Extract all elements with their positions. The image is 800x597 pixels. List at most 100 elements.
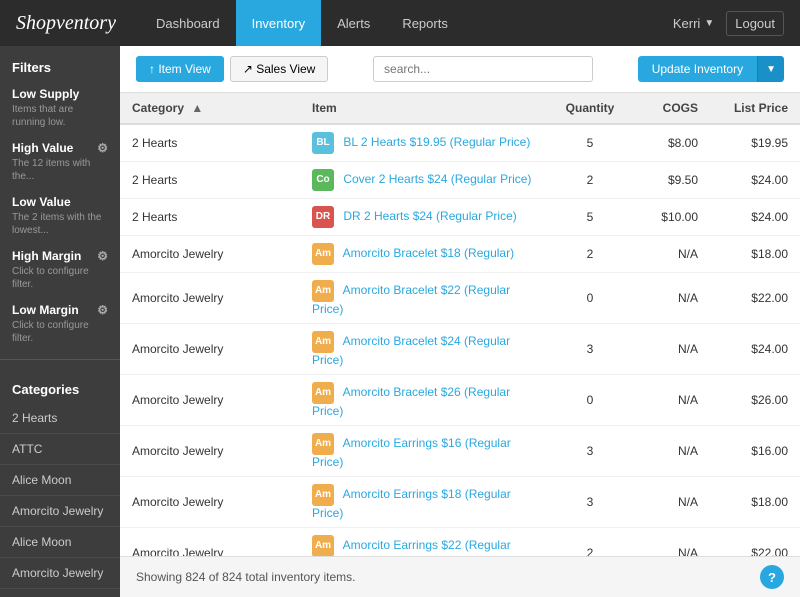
sidebar-category-item[interactable]: Amorcito Jewelry xyxy=(0,558,120,589)
cell-category: Amorcito Jewelry xyxy=(120,375,300,426)
cell-category: Amorcito Jewelry xyxy=(120,236,300,273)
item-link[interactable]: BL 2 Hearts $19.95 (Regular Price) xyxy=(343,135,530,149)
sidebar-category-item[interactable]: Anama xyxy=(0,589,120,597)
sidebar-category-item[interactable]: ATTC xyxy=(0,434,120,465)
navbar-right: Kerri ▼ Logout xyxy=(673,11,784,36)
sidebar: Filters Low Supply Items that are runnin… xyxy=(0,46,120,597)
toolbar-left: ↑ Item View ↗ Sales View xyxy=(136,56,328,82)
cell-category: 2 Hearts xyxy=(120,124,300,162)
filter-name: High Margin ⚙ xyxy=(12,249,108,263)
cell-quantity: 5 xyxy=(550,199,630,236)
item-link[interactable]: Amorcito Bracelet $18 (Regular) xyxy=(343,246,514,260)
cell-item: Am Amorcito Bracelet $22 (Regular Price) xyxy=(300,273,550,324)
sidebar-filter-low-supply[interactable]: Low Supply Items that are running low. xyxy=(0,81,120,135)
cell-price: $18.00 xyxy=(710,236,800,273)
table-row: Amorcito Jewelry Am Amorcito Earrings $2… xyxy=(120,528,800,557)
column-header-item[interactable]: Item xyxy=(300,93,550,124)
navbar: Shopventory DashboardInventoryAlertsRepo… xyxy=(0,0,800,46)
filter-name: Low Supply xyxy=(12,87,108,101)
item-link[interactable]: Amorcito Earrings $22 (Regular Price) xyxy=(312,538,511,556)
gear-icon[interactable]: ⚙ xyxy=(97,303,108,317)
main-layout: Filters Low Supply Items that are runnin… xyxy=(0,46,800,597)
cell-cogs: N/A xyxy=(630,375,710,426)
filter-desc: Items that are running low. xyxy=(12,103,108,129)
item-badge: Co xyxy=(312,169,334,191)
nav-link-alerts[interactable]: Alerts xyxy=(321,0,386,46)
user-name: Kerri xyxy=(673,16,700,31)
cell-quantity: 3 xyxy=(550,477,630,528)
item-link[interactable]: Cover 2 Hearts $24 (Regular Price) xyxy=(343,172,531,186)
sales-view-button[interactable]: ↗ Sales View xyxy=(230,56,329,82)
item-view-button[interactable]: ↑ Item View xyxy=(136,56,224,82)
item-link[interactable]: Amorcito Bracelet $24 (Regular Price) xyxy=(312,334,510,367)
table-header: Category ▲ Item Quantity COGS List Price xyxy=(120,93,800,124)
nav-link-dashboard[interactable]: Dashboard xyxy=(140,0,236,46)
cell-price: $18.00 xyxy=(710,477,800,528)
cell-item: Am Amorcito Bracelet $18 (Regular) xyxy=(300,236,550,273)
cell-item: Am Amorcito Bracelet $26 (Regular Price) xyxy=(300,375,550,426)
help-button[interactable]: ? xyxy=(760,565,784,589)
table-status: Showing 824 of 824 total inventory items… xyxy=(136,570,355,584)
table-body: 2 Hearts BL BL 2 Hearts $19.95 (Regular … xyxy=(120,124,800,556)
item-badge: Am xyxy=(312,382,334,404)
sidebar-category-item[interactable]: Amorcito Jewelry xyxy=(0,496,120,527)
cell-price: $26.00 xyxy=(710,375,800,426)
cell-cogs: N/A xyxy=(630,236,710,273)
nav-user[interactable]: Kerri ▼ xyxy=(673,16,714,31)
cell-quantity: 2 xyxy=(550,528,630,557)
item-link[interactable]: DR 2 Hearts $24 (Regular Price) xyxy=(343,209,516,223)
sidebar-category-item[interactable]: Alice Moon xyxy=(0,527,120,558)
item-link[interactable]: Amorcito Bracelet $26 (Regular Price) xyxy=(312,385,510,418)
table-row: 2 Hearts DR DR 2 Hearts $24 (Regular Pri… xyxy=(120,199,800,236)
filters-section-title: Filters xyxy=(0,46,120,81)
column-header-quantity[interactable]: Quantity xyxy=(550,93,630,124)
item-link[interactable]: Amorcito Bracelet $22 (Regular Price) xyxy=(312,283,510,316)
cell-category: Amorcito Jewelry xyxy=(120,426,300,477)
main-content: ↑ Item View ↗ Sales View Update Inventor… xyxy=(120,46,800,597)
cell-item: Co Cover 2 Hearts $24 (Regular Price) xyxy=(300,162,550,199)
cell-quantity: 3 xyxy=(550,426,630,477)
item-badge: Am xyxy=(312,331,334,353)
sort-arrow-category: ▲ xyxy=(191,101,203,115)
cell-cogs: N/A xyxy=(630,324,710,375)
sidebar-filter-low-value[interactable]: Low Value The 2 items with the lowest... xyxy=(0,189,120,243)
cell-quantity: 5 xyxy=(550,124,630,162)
gear-icon[interactable]: ⚙ xyxy=(97,249,108,263)
item-badge: Am xyxy=(312,243,334,265)
sidebar-category-item[interactable]: Alice Moon xyxy=(0,465,120,496)
cell-cogs: N/A xyxy=(630,426,710,477)
column-header-price[interactable]: List Price xyxy=(710,93,800,124)
sidebar-filter-high-value[interactable]: High Value ⚙ The 12 items with the... xyxy=(0,135,120,189)
cell-price: $19.95 xyxy=(710,124,800,162)
gear-icon[interactable]: ⚙ xyxy=(97,141,108,155)
cell-category: Amorcito Jewelry xyxy=(120,477,300,528)
cell-quantity: 0 xyxy=(550,375,630,426)
column-header-cogs[interactable]: COGS xyxy=(630,93,710,124)
cell-category: Amorcito Jewelry xyxy=(120,324,300,375)
item-badge: Am xyxy=(312,484,334,506)
cell-item: BL BL 2 Hearts $19.95 (Regular Price) xyxy=(300,124,550,162)
item-link[interactable]: Amorcito Earrings $18 (Regular Price) xyxy=(312,487,511,520)
toolbar: ↑ Item View ↗ Sales View Update Inventor… xyxy=(120,46,800,93)
cell-category: 2 Hearts xyxy=(120,162,300,199)
item-badge: Am xyxy=(312,280,334,302)
nav-link-reports[interactable]: Reports xyxy=(386,0,464,46)
filter-desc: The 2 items with the lowest... xyxy=(12,211,108,237)
item-badge: Am xyxy=(312,535,334,556)
logout-button[interactable]: Logout xyxy=(726,11,784,36)
nav-link-inventory[interactable]: Inventory xyxy=(236,0,321,46)
item-badge: DR xyxy=(312,206,334,228)
sidebar-filter-low-margin[interactable]: Low Margin ⚙ Click to configure filter. xyxy=(0,297,120,351)
item-link[interactable]: Amorcito Earrings $16 (Regular Price) xyxy=(312,436,511,469)
column-header-category[interactable]: Category ▲ xyxy=(120,93,300,124)
sidebar-category-item[interactable]: 2 Hearts xyxy=(0,403,120,434)
cell-quantity: 0 xyxy=(550,273,630,324)
cell-quantity: 2 xyxy=(550,236,630,273)
update-inventory-button[interactable]: Update Inventory xyxy=(638,56,757,82)
update-inventory-dropdown-button[interactable]: ▼ xyxy=(757,56,784,82)
cell-price: $22.00 xyxy=(710,273,800,324)
table-row: Amorcito Jewelry Am Amorcito Bracelet $1… xyxy=(120,236,800,273)
search-input[interactable] xyxy=(373,56,593,82)
item-badge: BL xyxy=(312,132,334,154)
sidebar-filter-high-margin[interactable]: High Margin ⚙ Click to configure filter. xyxy=(0,243,120,297)
